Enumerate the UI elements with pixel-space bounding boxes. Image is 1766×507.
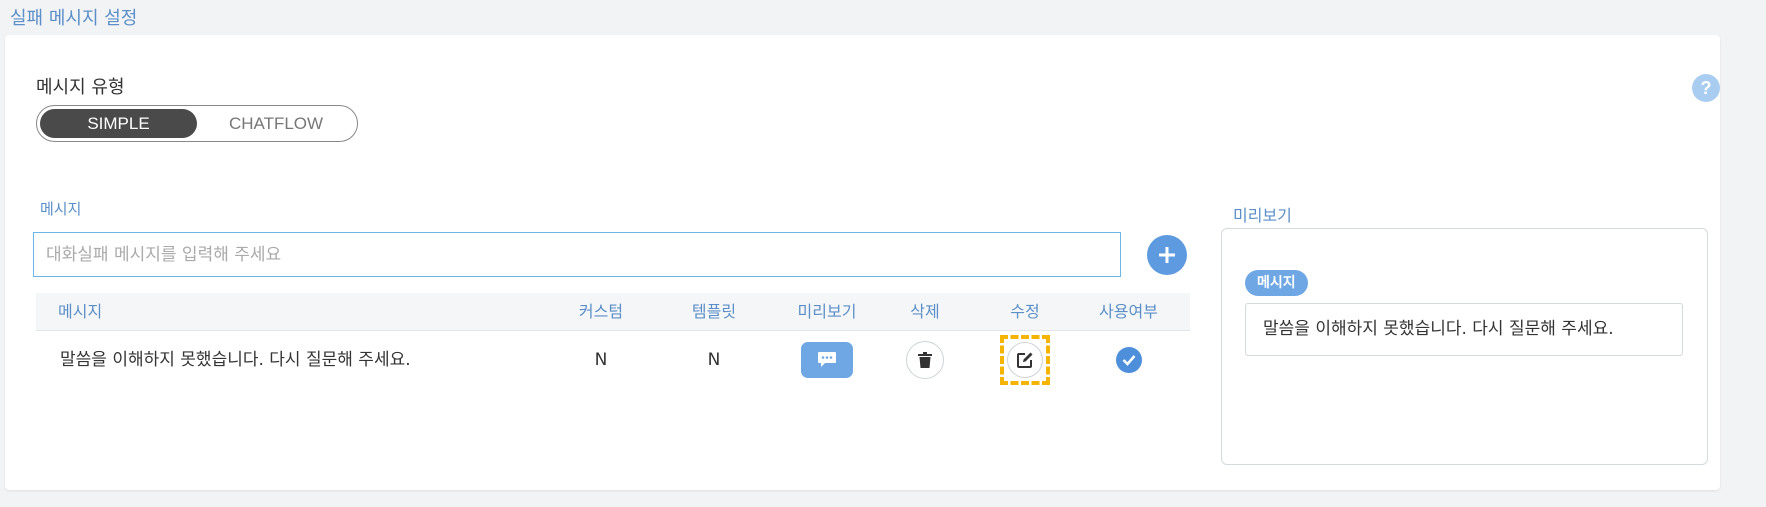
header-preview: 미리보기 <box>797 302 857 321</box>
header-template: 템플릿 <box>691 302 737 321</box>
row-enabled-cell <box>1076 331 1181 389</box>
add-message-button[interactable] <box>1147 235 1187 275</box>
message-type-label: 메시지 유형 <box>36 77 125 98</box>
table-row: 말씀을 이해하지 못했습니다. 다시 질문해 주세요. N N <box>36 331 1190 389</box>
preview-label: 미리보기 <box>1233 206 1292 225</box>
table-header: 메시지 커스텀 템플릿 미리보기 삭제 수정 사용여부 <box>36 293 1190 331</box>
row-custom: N <box>594 350 608 370</box>
preview-badge: 메시지 <box>1245 270 1308 296</box>
header-enabled: 사용여부 <box>1099 302 1158 321</box>
header-custom: 커스텀 <box>578 302 624 321</box>
message-type-toggle: SIMPLE CHATFLOW <box>36 105 358 142</box>
edit-highlight <box>1000 335 1050 385</box>
plus-icon <box>1159 247 1175 263</box>
toggle-option-chatflow[interactable]: CHATFLOW <box>197 109 355 138</box>
message-input-label: 메시지 <box>40 200 82 218</box>
row-template: N <box>707 350 721 370</box>
header-delete: 삭제 <box>910 302 940 321</box>
chat-bubble-icon <box>818 352 836 367</box>
preview-message: 말씀을 이해하지 못했습니다. 다시 질문해 주세요. <box>1245 303 1683 356</box>
row-edit-cell <box>981 331 1069 389</box>
delete-button[interactable] <box>906 341 944 379</box>
row-preview-cell <box>776 331 878 389</box>
row-delete-cell <box>881 331 969 389</box>
checkmark-icon <box>1122 355 1135 366</box>
check-circle-icon[interactable] <box>1115 347 1142 373</box>
trash-icon <box>918 352 932 368</box>
message-table: 메시지 커스텀 템플릿 미리보기 삭제 수정 사용여부 말씀을 이해하지 못했습… <box>36 293 1190 389</box>
edit-icon <box>1017 352 1033 368</box>
header-message: 메시지 <box>58 302 103 321</box>
edit-button[interactable] <box>1007 342 1043 378</box>
header-edit: 수정 <box>1010 302 1040 321</box>
row-message: 말씀을 이해하지 못했습니다. 다시 질문해 주세요. <box>60 350 411 370</box>
message-input[interactable] <box>33 232 1121 277</box>
toggle-option-simple[interactable]: SIMPLE <box>40 109 197 138</box>
page-title: 실패 메시지 설정 <box>10 8 138 29</box>
help-icon[interactable]: ? <box>1692 74 1720 102</box>
preview-button[interactable] <box>801 342 853 378</box>
